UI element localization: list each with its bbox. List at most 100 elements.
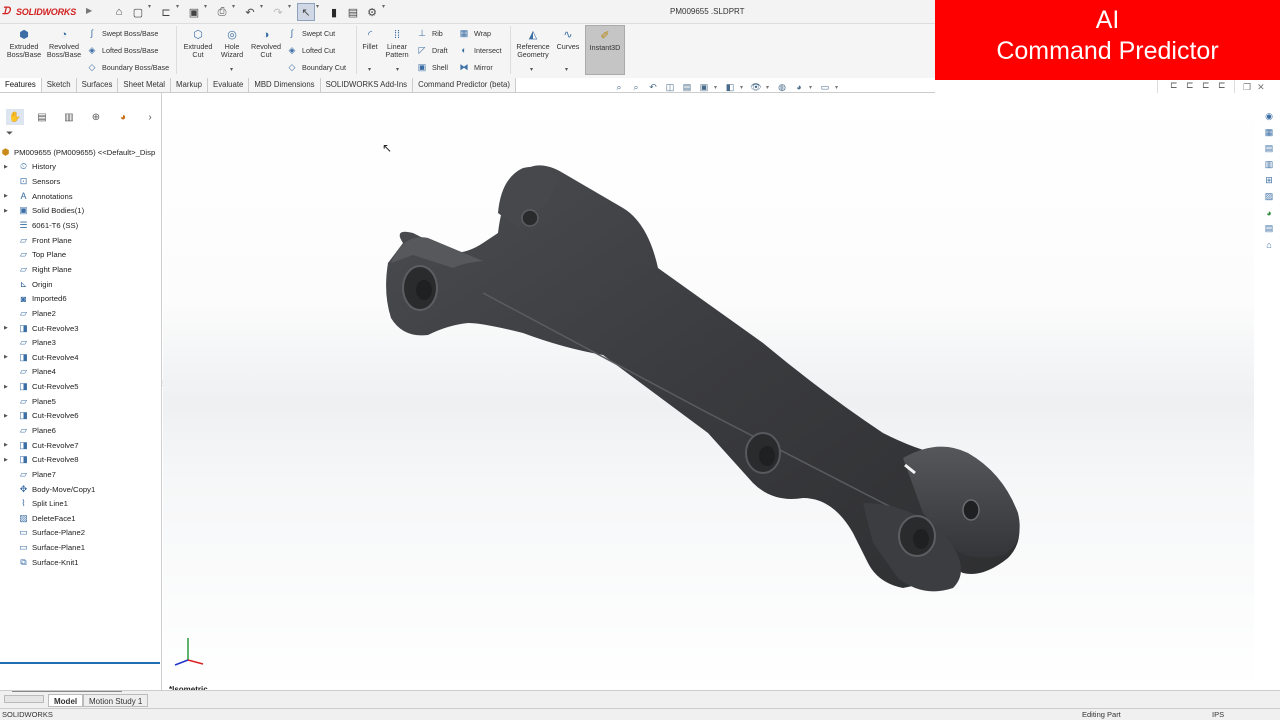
expand-arrow-icon[interactable]: ▶: [4, 354, 12, 360]
expand-arrow-icon[interactable]: ▶: [4, 193, 12, 199]
select-icon[interactable]: ↖: [297, 3, 315, 21]
property-manager-tab-icon[interactable]: ▤: [33, 109, 51, 125]
tab-surfaces[interactable]: Surfaces: [76, 78, 119, 92]
tree-item[interactable]: ▱ Plane3: [0, 335, 162, 350]
filter-icon[interactable]: ⏷: [6, 128, 13, 139]
options-dropdown-icon[interactable]: ▾: [382, 3, 390, 21]
apply-scene-dropdown-icon[interactable]: ▾: [809, 84, 815, 91]
tree-item[interactable]: ▱ Plane6: [0, 423, 162, 438]
solidworks-logo[interactable]: ᗪ SOLIDWORKS: [2, 5, 76, 19]
shell-button[interactable]: ▣ Shell: [416, 61, 448, 73]
new-dropdown-icon[interactable]: ▾: [148, 3, 156, 21]
tree-item[interactable]: ▱ Plane2: [0, 306, 162, 321]
tree-item[interactable]: ▶ ◨ Cut-Revolve7: [0, 438, 162, 453]
expand-arrow-icon[interactable]: ▶: [4, 457, 12, 463]
new-icon[interactable]: ▢: [129, 3, 147, 21]
redo-dropdown-icon[interactable]: ▾: [288, 3, 296, 21]
tree-item[interactable]: ▶ ◨ Cut-Revolve5: [0, 379, 162, 394]
rollback-bar[interactable]: [0, 662, 160, 664]
section-view-icon[interactable]: ◫: [663, 81, 677, 93]
forum-icon[interactable]: ▤: [1262, 222, 1276, 235]
edit-appearance-icon[interactable]: ◍: [775, 81, 789, 93]
zoom-to-area-icon[interactable]: ⌕: [629, 81, 643, 93]
revolved-boss-button[interactable]: ◔ Revolved Boss/Base: [46, 28, 82, 59]
fillet-button[interactable]: ◜ Fillet: [358, 28, 382, 51]
hole-wizard-dropdown-icon[interactable]: ▾: [230, 66, 233, 73]
tree-item[interactable]: ▭ Surface-Plane2: [0, 526, 162, 541]
panel-expand-icon[interactable]: ›: [141, 109, 159, 125]
redo-icon[interactable]: ↷: [269, 3, 287, 21]
lofted-boss-button[interactable]: ◈ Lofted Boss/Base: [86, 44, 159, 56]
mini-tool-icon-3[interactable]: ⊏: [1202, 80, 1210, 91]
apply-scene-icon[interactable]: ◕: [792, 81, 806, 93]
boundary-boss-button[interactable]: ◇ Boundary Boss/Base: [86, 61, 170, 73]
mini-tool-icon-1[interactable]: ⊏: [1170, 80, 1178, 91]
dynamic-annotation-icon[interactable]: ▤: [680, 81, 694, 93]
tree-item[interactable]: ▶ ⏲ History: [0, 160, 162, 175]
options-icon[interactable]: ⚙: [363, 3, 381, 21]
curves-button[interactable]: ∿ Curves: [555, 28, 581, 51]
dimxpert-manager-tab-icon[interactable]: ⊕: [87, 109, 105, 125]
tree-item[interactable]: ▱ Plane5: [0, 394, 162, 409]
view-settings-icon[interactable]: ▭: [818, 81, 832, 93]
mini-tool-icon-4[interactable]: ⊏: [1218, 80, 1226, 91]
3d-content-central-icon[interactable]: ▦: [1262, 126, 1276, 139]
tab-mbd-dimensions[interactable]: MBD Dimensions: [249, 78, 321, 92]
file-explorer-icon[interactable]: ▥: [1262, 158, 1276, 171]
reference-geometry-dropdown-icon[interactable]: ▾: [530, 66, 533, 73]
display-manager-tab-icon[interactable]: ◕: [114, 109, 132, 125]
curves-dropdown-icon[interactable]: ▾: [565, 66, 568, 73]
status-units[interactable]: IPS: [1212, 709, 1224, 720]
design-library-icon[interactable]: ▤: [1262, 142, 1276, 155]
tree-root[interactable]: ⬢ PM009655 (PM009655) <<Default>_Disp: [0, 145, 162, 160]
boundary-cut-button[interactable]: ◇ Boundary Cut: [286, 61, 346, 73]
select-dropdown-icon[interactable]: ▾: [316, 3, 324, 21]
hide-show-items-icon[interactable]: 👁: [749, 81, 763, 93]
save-icon[interactable]: ▣: [185, 3, 203, 21]
tree-item[interactable]: ⊡ Sensors: [0, 174, 162, 189]
tree-item[interactable]: ▱ Top Plane: [0, 247, 162, 262]
display-style-icon[interactable]: ◧: [723, 81, 737, 93]
swept-cut-button[interactable]: ∫ Swept Cut: [286, 27, 335, 39]
reference-geometry-button[interactable]: ◭ Reference Geometry: [513, 28, 553, 59]
lofted-cut-button[interactable]: ◈ Lofted Cut: [286, 44, 336, 56]
tab-features[interactable]: Features: [0, 78, 42, 92]
tree-item[interactable]: ▱ Right Plane: [0, 262, 162, 277]
tree-item[interactable]: ☰ 6061-T6 (SS): [0, 218, 162, 233]
tree-item[interactable]: ▶ ◨ Cut-Revolve8: [0, 452, 162, 467]
tree-item[interactable]: ▶ A Annotations: [0, 189, 162, 204]
undo-icon[interactable]: ↶: [241, 3, 259, 21]
close-icon[interactable]: ✕: [1257, 82, 1265, 93]
expand-arrow-icon[interactable]: ▶: [4, 442, 12, 448]
zoom-to-fit-icon[interactable]: ⌕: [612, 81, 626, 93]
expand-arrow-icon[interactable]: ▶: [4, 164, 12, 170]
tree-item[interactable]: ▭ Surface-Plane1: [0, 540, 162, 555]
undo-dropdown-icon[interactable]: ▾: [260, 3, 268, 21]
tree-item[interactable]: ▱ Plane7: [0, 467, 162, 482]
previous-view-icon[interactable]: ↶: [646, 81, 660, 93]
tree-item[interactable]: ▱ Plane4: [0, 365, 162, 380]
print-icon[interactable]: ⎙: [213, 3, 231, 21]
rebuild-icon[interactable]: ▮: [325, 3, 343, 21]
print-dropdown-icon[interactable]: ▾: [232, 3, 240, 21]
tree-item[interactable]: ▶ ▣ Solid Bodies(1): [0, 204, 162, 219]
graphics-area[interactable]: ↖ *Isometric: [163, 93, 1254, 694]
restore-icon[interactable]: ❐: [1243, 82, 1251, 93]
tab-model[interactable]: Model: [48, 694, 84, 707]
open-icon[interactable]: ⊏: [157, 3, 175, 21]
hole-wizard-button[interactable]: ◎ Hole Wizard: [216, 28, 248, 59]
tree-item[interactable]: ▶ ◨ Cut-Revolve3: [0, 321, 162, 336]
extruded-boss-button[interactable]: ⬢ Extruded Boss/Base: [6, 28, 42, 59]
tree-item[interactable]: ⊾ Origin: [0, 277, 162, 292]
expand-arrow-icon[interactable]: ▶: [4, 208, 12, 214]
tab-sketch[interactable]: Sketch: [41, 78, 77, 92]
linear-pattern-dropdown-icon[interactable]: ▾: [396, 66, 399, 73]
tree-item[interactable]: ⧉ Surface-Knit1: [0, 555, 162, 570]
tab-evaluate[interactable]: Evaluate: [208, 78, 250, 92]
instant3d-button[interactable]: ✐ Instant3D: [585, 25, 625, 75]
feature-manager-tab-icon[interactable]: ✋: [6, 109, 24, 125]
mini-tool-icon-2[interactable]: ⊏: [1186, 80, 1194, 91]
home-icon[interactable]: ⌂: [110, 3, 128, 21]
view-palette-icon[interactable]: ⊞: [1262, 174, 1276, 187]
tab-sheet-metal[interactable]: Sheet Metal: [118, 78, 172, 92]
